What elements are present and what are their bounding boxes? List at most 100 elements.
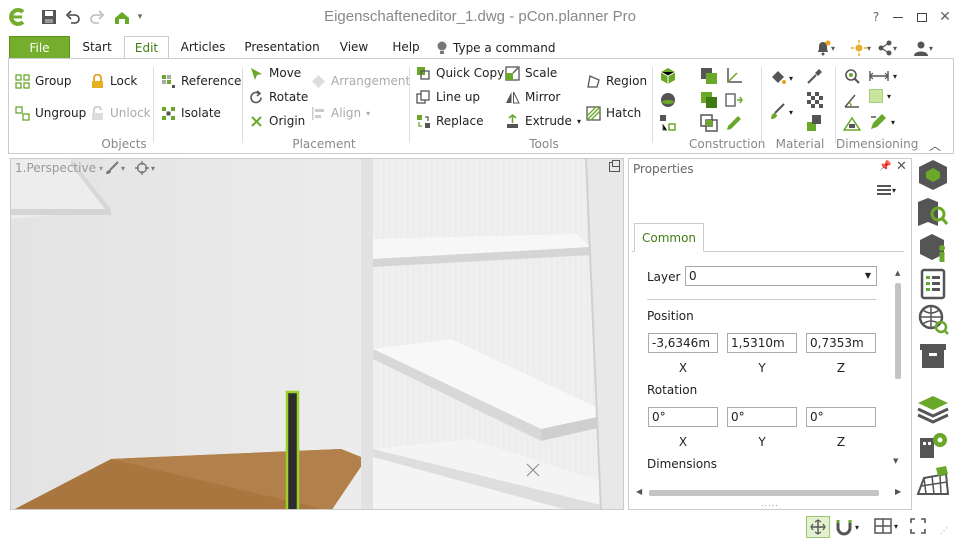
- render-style-button[interactable]: ▾: [105, 161, 125, 175]
- ribbon-panel: Group Ungroup Lock Unlock Reference Isol…: [8, 58, 954, 154]
- command-search[interactable]: Type a command: [436, 38, 555, 58]
- rotation-y-field[interactable]: 0°: [727, 407, 797, 427]
- tab-edit[interactable]: Edit: [124, 36, 169, 59]
- close-icon[interactable]: ✕: [934, 6, 956, 28]
- extrude-button[interactable]: Extrude ▾: [505, 111, 581, 131]
- position-y-field[interactable]: 1,5310m: [727, 333, 797, 353]
- rotation-x-field[interactable]: 0°: [648, 407, 718, 427]
- catalog-icon[interactable]: [916, 158, 950, 192]
- paint-bucket-button[interactable]: ▾: [769, 69, 793, 87]
- tab-presentation[interactable]: Presentation: [237, 36, 327, 59]
- replace-button[interactable]: Replace: [416, 111, 483, 131]
- scroll-right-icon[interactable]: ▶: [895, 487, 901, 496]
- mirror-button[interactable]: Mirror: [505, 87, 560, 107]
- fullscreen-icon[interactable]: [910, 518, 926, 537]
- article-list-icon[interactable]: [916, 266, 950, 300]
- terrain-grid-icon[interactable]: [916, 464, 950, 498]
- size-grip[interactable]: ⋰: [940, 526, 948, 535]
- ribbon-tabs: File Start Edit Articles Presentation Vi…: [0, 36, 960, 59]
- region-label: Region: [606, 74, 648, 88]
- dimension-tools-button[interactable]: ▾: [869, 113, 895, 131]
- share-icon[interactable]: ▾: [877, 38, 905, 58]
- horizontal-scrollbar-thumb[interactable]: [649, 490, 879, 496]
- article-search-icon[interactable]: [916, 194, 950, 228]
- arrangement-button[interactable]: Arrangement: [311, 71, 410, 91]
- vertical-scrollbar-thumb[interactable]: [895, 283, 901, 379]
- texture-icon[interactable]: [806, 91, 824, 109]
- minimize-icon[interactable]: [886, 6, 910, 28]
- layers-icon[interactable]: [916, 392, 950, 426]
- position-z-field[interactable]: 0,7353m: [806, 333, 876, 353]
- measure-icon[interactable]: [843, 67, 861, 85]
- theme-icon[interactable]: ▾: [851, 38, 875, 58]
- material-editor-icon[interactable]: [806, 114, 824, 132]
- boolean-intersect-icon[interactable]: [700, 114, 718, 132]
- extrude-icon: [507, 113, 518, 128]
- brush-button[interactable]: ▾: [769, 103, 793, 121]
- view-selector[interactable]: 1.Perspective ▾: [15, 161, 103, 175]
- align-button[interactable]: Align ▾: [311, 103, 370, 123]
- maximize-icon[interactable]: [910, 6, 934, 28]
- array-icon[interactable]: [659, 114, 677, 132]
- snap-button[interactable]: ▾: [135, 161, 155, 175]
- origin-button[interactable]: Origin: [249, 111, 305, 131]
- boolean-subtract-icon[interactable]: [700, 91, 718, 109]
- web-search-icon[interactable]: [916, 302, 950, 336]
- ungroup-button[interactable]: Ungroup: [15, 103, 86, 123]
- line-up-button[interactable]: Line up: [416, 87, 480, 107]
- reference-button[interactable]: Reference: [161, 71, 241, 91]
- linear-dimension-button[interactable]: ▾: [869, 68, 897, 84]
- axis-icon[interactable]: [725, 67, 743, 85]
- lock-button[interactable]: Lock: [90, 71, 137, 91]
- sphere-icon[interactable]: [659, 91, 677, 109]
- pin-icon[interactable]: 📌: [879, 161, 891, 172]
- snap-magnet-button[interactable]: ▾: [835, 518, 859, 536]
- move-button[interactable]: Move: [249, 63, 301, 83]
- scale-button[interactable]: Scale: [505, 63, 557, 83]
- rotation-z-field[interactable]: 0°: [806, 407, 876, 427]
- ribbon-separator: [761, 67, 762, 143]
- rotate-button[interactable]: Rotate: [249, 87, 308, 107]
- boolean-union-icon[interactable]: [700, 67, 718, 85]
- position-x-field[interactable]: -3,6346m: [648, 333, 718, 353]
- eyedropper-icon[interactable]: [806, 67, 824, 85]
- command-search-label: Type a command: [453, 41, 556, 55]
- tab-articles[interactable]: Articles: [173, 36, 233, 59]
- archive-icon[interactable]: [916, 338, 950, 372]
- scroll-up-icon[interactable]: ▲: [895, 269, 900, 277]
- unlock-button[interactable]: Unlock: [90, 103, 151, 123]
- tab-common[interactable]: Common: [634, 223, 704, 252]
- panel-menu-icon[interactable]: ▾: [877, 183, 896, 197]
- layer-select[interactable]: 0 ▼: [685, 266, 877, 286]
- 3d-viewport[interactable]: 1.Perspective ▾ ▾ ▾: [10, 158, 624, 510]
- dimensions-expand-icon[interactable]: ▼: [893, 457, 898, 465]
- resize-grip[interactable]: .....: [761, 499, 779, 508]
- region-button[interactable]: Region: [586, 71, 647, 91]
- notifications-icon[interactable]: ▾: [815, 38, 841, 58]
- tab-start[interactable]: Start: [74, 36, 120, 59]
- layout-button[interactable]: ▾: [874, 518, 898, 534]
- isolate-button[interactable]: Isolate: [161, 103, 221, 123]
- cube-icon[interactable]: [659, 67, 677, 85]
- group-button[interactable]: Group: [15, 71, 72, 91]
- article-info-icon[interactable]: [916, 230, 950, 264]
- tab-view[interactable]: View: [331, 36, 377, 59]
- scroll-left-icon[interactable]: ◀: [636, 487, 642, 496]
- angle-icon[interactable]: [843, 91, 861, 109]
- quick-copy-button[interactable]: Quick Copy: [416, 63, 504, 83]
- close-panel-icon[interactable]: ✕: [896, 159, 907, 174]
- layer-value: 0: [689, 269, 697, 283]
- pencil-icon[interactable]: [725, 114, 743, 132]
- tab-file[interactable]: File: [9, 36, 70, 59]
- split-icon[interactable]: [725, 91, 743, 109]
- scene-settings-icon[interactable]: [916, 428, 950, 462]
- tab-help[interactable]: Help: [381, 36, 431, 59]
- user-account-icon[interactable]: ▾: [913, 38, 941, 58]
- dimension-style-button[interactable]: ▾: [869, 89, 891, 103]
- collapse-ribbon-icon[interactable]: ︿: [929, 137, 941, 154]
- area-dimension-icon[interactable]: [843, 114, 861, 132]
- help-button[interactable]: ?: [868, 6, 884, 28]
- navigation-mode-button[interactable]: [806, 516, 830, 538]
- maximize-viewport-icon[interactable]: [609, 160, 620, 172]
- hatch-button[interactable]: Hatch: [586, 103, 641, 123]
